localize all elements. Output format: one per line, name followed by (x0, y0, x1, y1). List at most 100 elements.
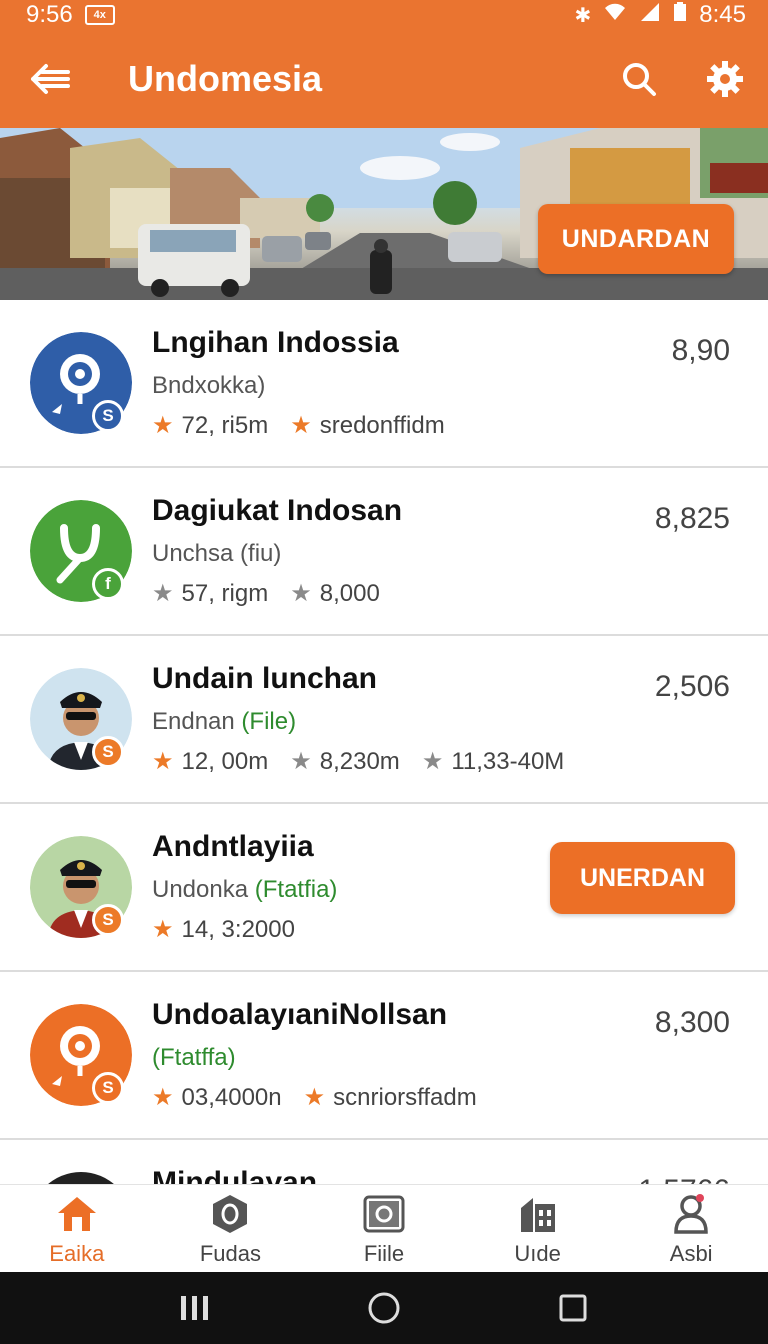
star-icon: ★ (152, 748, 174, 775)
nav-label: Asbi (669, 1241, 713, 1266)
nav-label: Fudas (199, 1241, 261, 1266)
item-subtitle: Endnan (File) (152, 708, 296, 736)
meta-text: 8,230m (319, 748, 400, 775)
item-tag: (Ftatffa) (152, 1044, 236, 1071)
item-subtitle-text: Undonka (152, 876, 249, 903)
item-value: 1,5766 (638, 1174, 730, 1184)
signal-icon (639, 2, 661, 28)
item-action-button[interactable]: UNERDAN (550, 842, 735, 914)
building-icon (517, 1193, 559, 1235)
item-list: S Lngihan Indossia Bndxokka) ★ 72, ri5m … (0, 300, 768, 1184)
search-button[interactable] (596, 30, 682, 128)
nav-item-uide[interactable]: Uıde (461, 1185, 615, 1272)
star-icon: ★ (152, 580, 174, 607)
notification-icon: 4x (84, 5, 115, 25)
bottom-nav: Eaika Fudas Fiile Uıde Asbi (0, 1184, 768, 1272)
star-icon: ★ (290, 748, 312, 775)
square-icon (559, 1294, 587, 1322)
meta-text: 03,4000n (181, 1084, 282, 1111)
avatar (30, 1172, 132, 1184)
back-system-button[interactable] (543, 1278, 603, 1338)
item-subtitle: Bndxokka) (152, 372, 266, 399)
page-title: Undomesia (128, 58, 323, 99)
back-button[interactable] (0, 30, 100, 128)
item-meta: ★ 57, rigm ★ 8,000 (152, 580, 380, 608)
item-meta: ★ 12, 00m ★ 8,230m ★ 11,33-40M (152, 748, 564, 776)
meta-text: sredonffidm (319, 412, 445, 439)
item-tag: (Ftatfia) (254, 876, 338, 903)
status-clock: 8:45 (699, 1, 746, 28)
status-time: 9:56 (26, 1, 73, 28)
status-bar: 9:56 4x ✱ 8:45 (0, 0, 768, 30)
home-circle-icon (368, 1292, 400, 1324)
item-subtitle: Undonka (Ftatfia) (152, 876, 337, 904)
meta-text: 57, rigm (181, 580, 269, 607)
system-nav-bar (0, 1272, 768, 1344)
wifi-icon (603, 2, 627, 28)
item-value: 8,825 (654, 502, 730, 535)
nav-label: Uıde (514, 1241, 561, 1266)
badge-icon (209, 1193, 251, 1235)
recent-apps-button[interactable] (165, 1278, 225, 1338)
list-item[interactable]: S UndoalayıaniNollsan (Ftatffa) ★ 03,400… (0, 972, 768, 1140)
list-item[interactable]: Mindulayan 1,5766 (0, 1140, 768, 1184)
item-meta: ★ 14, 3:2000 (152, 916, 295, 944)
item-subtitle-text: Endnan (152, 708, 235, 735)
star-icon: ★ (303, 1084, 326, 1111)
meta-text: 12, 00m (181, 748, 269, 775)
nav-label: Fiile (363, 1241, 405, 1266)
meta-text: 8,000 (319, 580, 380, 607)
item-value: 8,90 (671, 334, 730, 367)
app-bar: Undomesia (0, 30, 768, 128)
item-title: Dagiukat Indosan (152, 494, 403, 527)
item-subtitle: (Ftatffa) (152, 1044, 236, 1072)
nav-item-fudas[interactable]: Fudas (154, 1185, 308, 1272)
item-subtitle: Unchsa (fiu) (152, 540, 282, 567)
item-title: Mindulayan (152, 1166, 318, 1184)
back-arrow-icon (31, 64, 70, 94)
item-title: Lngihan Indossia (152, 326, 399, 359)
battery-icon (673, 2, 687, 28)
hero-cta-button[interactable]: UNDARDAN (538, 204, 734, 274)
gear-icon (707, 61, 743, 97)
avatar-badge: f (92, 568, 124, 600)
list-item[interactable]: f Dagiukat Indosan Unchsa (fiu) ★ 57, ri… (0, 468, 768, 636)
nav-item-home[interactable]: Eaika (0, 1185, 154, 1272)
star-icon: ★ (421, 748, 444, 775)
item-value: 2,506 (654, 670, 730, 703)
home-icon (56, 1193, 98, 1235)
meta-text: 72, ri5m (181, 412, 269, 439)
nav-item-profile[interactable]: Asbi (614, 1185, 768, 1272)
avatar-badge: S (92, 904, 124, 936)
meta-text: 14, 3:2000 (181, 916, 295, 943)
meta-text: scnriorsffadm (333, 1084, 477, 1111)
list-item[interactable]: S Lngihan Indossia Bndxokka) ★ 72, ri5m … (0, 300, 768, 468)
home-button[interactable] (354, 1278, 414, 1338)
person-icon (670, 1193, 712, 1235)
star-icon: ★ (152, 1084, 174, 1111)
search-icon (623, 63, 656, 96)
nav-label: Eaika (49, 1241, 105, 1266)
bluetooth-icon: ✱ (574, 4, 592, 27)
nav-item-file[interactable]: Fiile (307, 1185, 461, 1272)
star-icon: ★ (152, 412, 174, 439)
item-meta: ★ 72, ri5m ★ sredonffidm (152, 412, 445, 440)
list-item[interactable]: S Undain lunchan Endnan (File) ★ 12, 00m… (0, 636, 768, 804)
item-title: Andntlayiia (152, 830, 314, 863)
star-icon: ★ (290, 412, 312, 439)
settings-button[interactable] (682, 30, 768, 128)
item-meta: ★ 03,4000n ★ scnriorsffadm (152, 1084, 477, 1112)
hero-banner: UNDARDAN (0, 128, 768, 300)
item-tag: (File) (241, 708, 297, 735)
avatar-badge: S (92, 400, 124, 432)
list-item[interactable]: S Andntlayiia Undonka (Ftatfia) ★ 14, 3:… (0, 804, 768, 972)
avatar-badge: S (92, 736, 124, 768)
meta-text: 11,33-40M (451, 748, 565, 775)
item-title: UndoalayıaniNollsan (152, 998, 448, 1031)
item-value: 8,300 (654, 1006, 730, 1039)
star-icon: ★ (152, 916, 174, 943)
avatar-badge: S (92, 1072, 124, 1104)
star-icon: ★ (290, 580, 312, 607)
item-title: Undain lunchan (152, 662, 377, 695)
recent-apps-icon (180, 1296, 208, 1320)
